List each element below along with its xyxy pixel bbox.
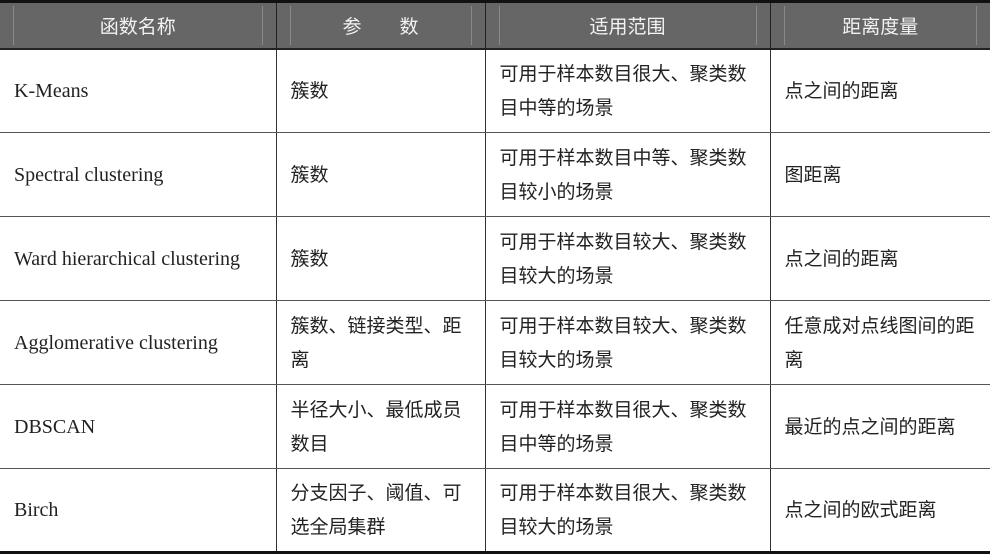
table-row: K-Means 簇数 可用于样本数目很大、聚类数目中等的场景 点之间的距离 [0,48,990,133]
cell-function-name: Agglomerative clustering [0,300,276,385]
cell-scope: 可用于样本数目较大、聚类数目较大的场景 [484,216,770,301]
cell-distance-metric: 点之间的欧式距离 [769,468,990,554]
header-parameters: 参 数 [275,0,485,50]
cell-distance-metric: 点之间的距离 [769,216,990,301]
header-label: 函数名称 [99,15,176,38]
cell-scope: 可用于样本数目很大、聚类数目中等的场景 [484,48,770,133]
header-label: 距离度量 [842,15,919,38]
cell-distance-metric: 图距离 [769,132,990,217]
header-function-name: 函数名称 [0,0,276,50]
cell-function-name: Birch [0,468,276,554]
cell-scope: 可用于样本数目较大、聚类数目较大的场景 [484,300,770,385]
header-row: 函数名称 参 数 适用范围 距离度量 [0,0,990,50]
cell-scope: 可用于样本数目中等、聚类数目较小的场景 [484,132,770,217]
cell-distance-metric: 任意成对点线图间的距离 [769,300,990,385]
cell-parameters: 簇数、链接类型、距离 [275,300,485,385]
clustering-functions-table: 函数名称 参 数 适用范围 距离度量 K-Means 簇数 可用于样本数目很大、… [0,0,990,554]
cell-distance-metric: 最近的点之间的距离 [769,384,990,469]
cell-function-name: K-Means [0,48,276,133]
table-header: 函数名称 参 数 适用范围 距离度量 [0,0,990,50]
header-scope: 适用范围 [484,0,770,50]
cell-function-name: DBSCAN [0,384,276,469]
table-row: Ward hierarchical clustering 簇数 可用于样本数目较… [0,216,990,301]
table-row: Birch 分支因子、阈值、可选全局集群 可用于样本数目很大、聚类数目较大的场景… [0,468,990,554]
cell-parameters: 簇数 [275,132,485,217]
table-body: K-Means 簇数 可用于样本数目很大、聚类数目中等的场景 点之间的距离 Sp… [0,48,990,554]
cell-scope: 可用于样本数目很大、聚类数目较大的场景 [484,468,770,554]
cell-scope: 可用于样本数目很大、聚类数目中等的场景 [484,384,770,469]
cell-function-name: Spectral clustering [0,132,276,217]
table-row: DBSCAN 半径大小、最低成员数目 可用于样本数目很大、聚类数目中等的场景 最… [0,384,990,469]
cell-parameters: 簇数 [275,216,485,301]
cell-parameters: 半径大小、最低成员数目 [275,384,485,469]
header-label: 适用范围 [589,15,666,38]
cell-parameters: 簇数 [275,48,485,133]
header-distance-metric: 距离度量 [769,0,990,50]
cell-function-name: Ward hierarchical clustering [0,216,276,301]
table-row: Spectral clustering 簇数 可用于样本数目中等、聚类数目较小的… [0,132,990,217]
table-row: Agglomerative clustering 簇数、链接类型、距离 可用于样… [0,300,990,385]
cell-parameters: 分支因子、阈值、可选全局集群 [275,468,485,554]
header-label: 参 数 [342,15,419,38]
cell-distance-metric: 点之间的距离 [769,48,990,133]
